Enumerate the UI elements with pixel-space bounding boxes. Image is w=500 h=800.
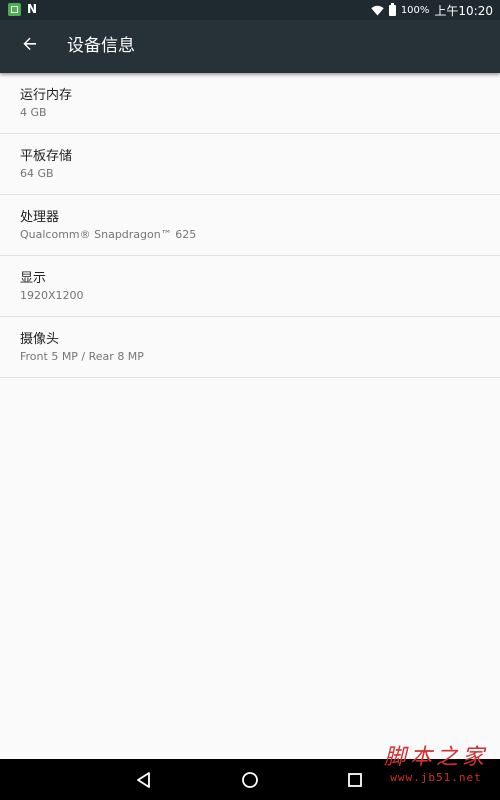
battery-percent: 100% [400,4,430,16]
item-title: 摄像头 [20,332,60,347]
arrow-back-icon[interactable] [20,34,40,54]
list-item-ram[interactable]: 运行内存 4 GB [0,73,500,134]
item-summary: 1920X1200 [20,289,84,302]
list-item-display[interactable]: 显示 1920X1200 [0,256,500,317]
watermark-url: www.jb51.net [390,771,482,784]
notification-icons: N [8,3,37,16]
status-bar: N 100% 上午10:20 [0,0,500,20]
watermark-text: 脚本之家 [383,745,488,770]
item-title: 处理器 [20,210,60,225]
back-triangle-icon[interactable] [131,767,157,793]
wifi-icon [371,5,384,15]
home-circle-icon[interactable] [237,767,263,793]
battery-icon [388,2,396,16]
item-summary: Front 5 MP / Rear 8 MP [20,350,144,363]
page-title: 设备信息 [67,36,135,56]
list-item-storage[interactable]: 平板存储 64 GB [0,134,500,195]
recents-square-icon[interactable] [342,767,368,793]
item-title: 显示 [20,271,47,286]
system-status: 100% 上午10:20 [371,2,493,18]
clock: 上午10:20 [434,3,493,18]
list-item-processor[interactable]: 处理器 Qualcomm® Snapdragon™ 625 [0,195,500,256]
item-title: 运行内存 [20,88,73,103]
item-summary: Qualcomm® Snapdragon™ 625 [20,228,197,241]
list-item-camera[interactable]: 摄像头 Front 5 MP / Rear 8 MP [0,317,500,378]
item-summary: 4 GB [20,106,47,119]
app-notification-icon [8,3,21,16]
app-bar: 设备信息 [0,20,500,73]
watermark: 脚本之家 www.jb51.net [384,745,488,784]
item-title: 平板存储 [20,149,73,164]
nfc-icon: N [27,2,38,16]
item-summary: 64 GB [20,167,54,180]
device-info-screen: N 100% 上午10:20 设备信息 运行内存 4 GB 平板存储 64 GB… [0,0,500,800]
info-list: 运行内存 4 GB 平板存储 64 GB 处理器 Qualcomm® Snapd… [0,73,500,378]
